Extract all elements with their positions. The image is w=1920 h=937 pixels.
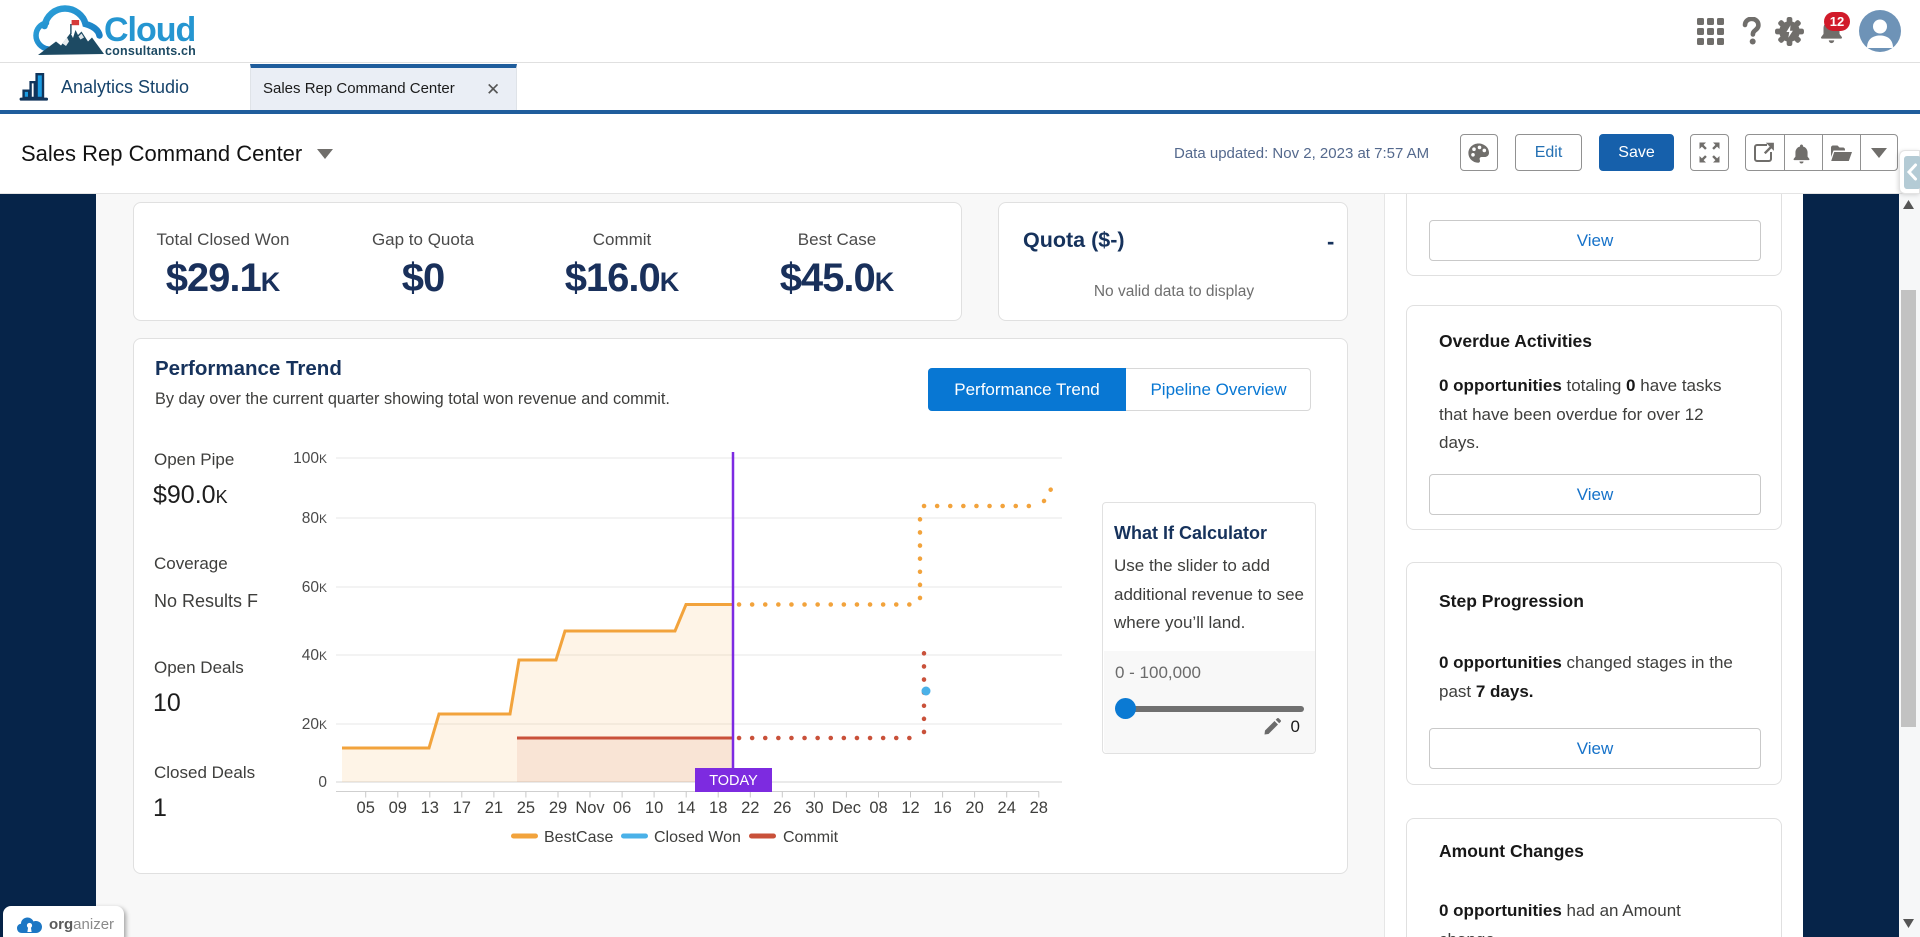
- svg-text:17: 17: [453, 799, 471, 817]
- svg-text:26: 26: [773, 799, 791, 817]
- svg-text:22: 22: [741, 799, 759, 817]
- svg-text:16: 16: [933, 799, 951, 817]
- svg-text:40K: 40K: [302, 647, 327, 664]
- svg-text:06: 06: [613, 799, 631, 817]
- svg-text:28: 28: [1030, 799, 1048, 817]
- svg-text:30: 30: [805, 799, 823, 817]
- svg-text:20K: 20K: [302, 716, 327, 733]
- svg-text:20: 20: [965, 799, 983, 817]
- svg-text:0: 0: [318, 774, 327, 791]
- svg-text:80K: 80K: [302, 510, 327, 527]
- svg-text:14: 14: [677, 799, 695, 817]
- svg-text:29: 29: [549, 799, 567, 817]
- svg-text:Dec: Dec: [832, 799, 861, 817]
- svg-text:100K: 100K: [293, 450, 327, 467]
- svg-text:Commit: Commit: [783, 829, 839, 846]
- svg-text:60K: 60K: [302, 579, 327, 596]
- svg-text:24: 24: [998, 799, 1016, 817]
- svg-text:BestCase: BestCase: [544, 829, 613, 846]
- svg-text:10: 10: [645, 799, 663, 817]
- svg-text:18: 18: [709, 799, 727, 817]
- svg-text:TODAY: TODAY: [709, 773, 758, 789]
- svg-text:Nov: Nov: [575, 799, 605, 817]
- svg-text:13: 13: [421, 799, 439, 817]
- svg-text:consultants.ch: consultants.ch: [105, 44, 196, 58]
- svg-text:09: 09: [389, 799, 407, 817]
- svg-text:25: 25: [517, 799, 535, 817]
- svg-text:21: 21: [485, 799, 503, 817]
- svg-text:08: 08: [869, 799, 887, 817]
- svg-text:Closed Won: Closed Won: [654, 829, 741, 846]
- svg-text:12: 12: [901, 799, 919, 817]
- svg-text:05: 05: [357, 799, 375, 817]
